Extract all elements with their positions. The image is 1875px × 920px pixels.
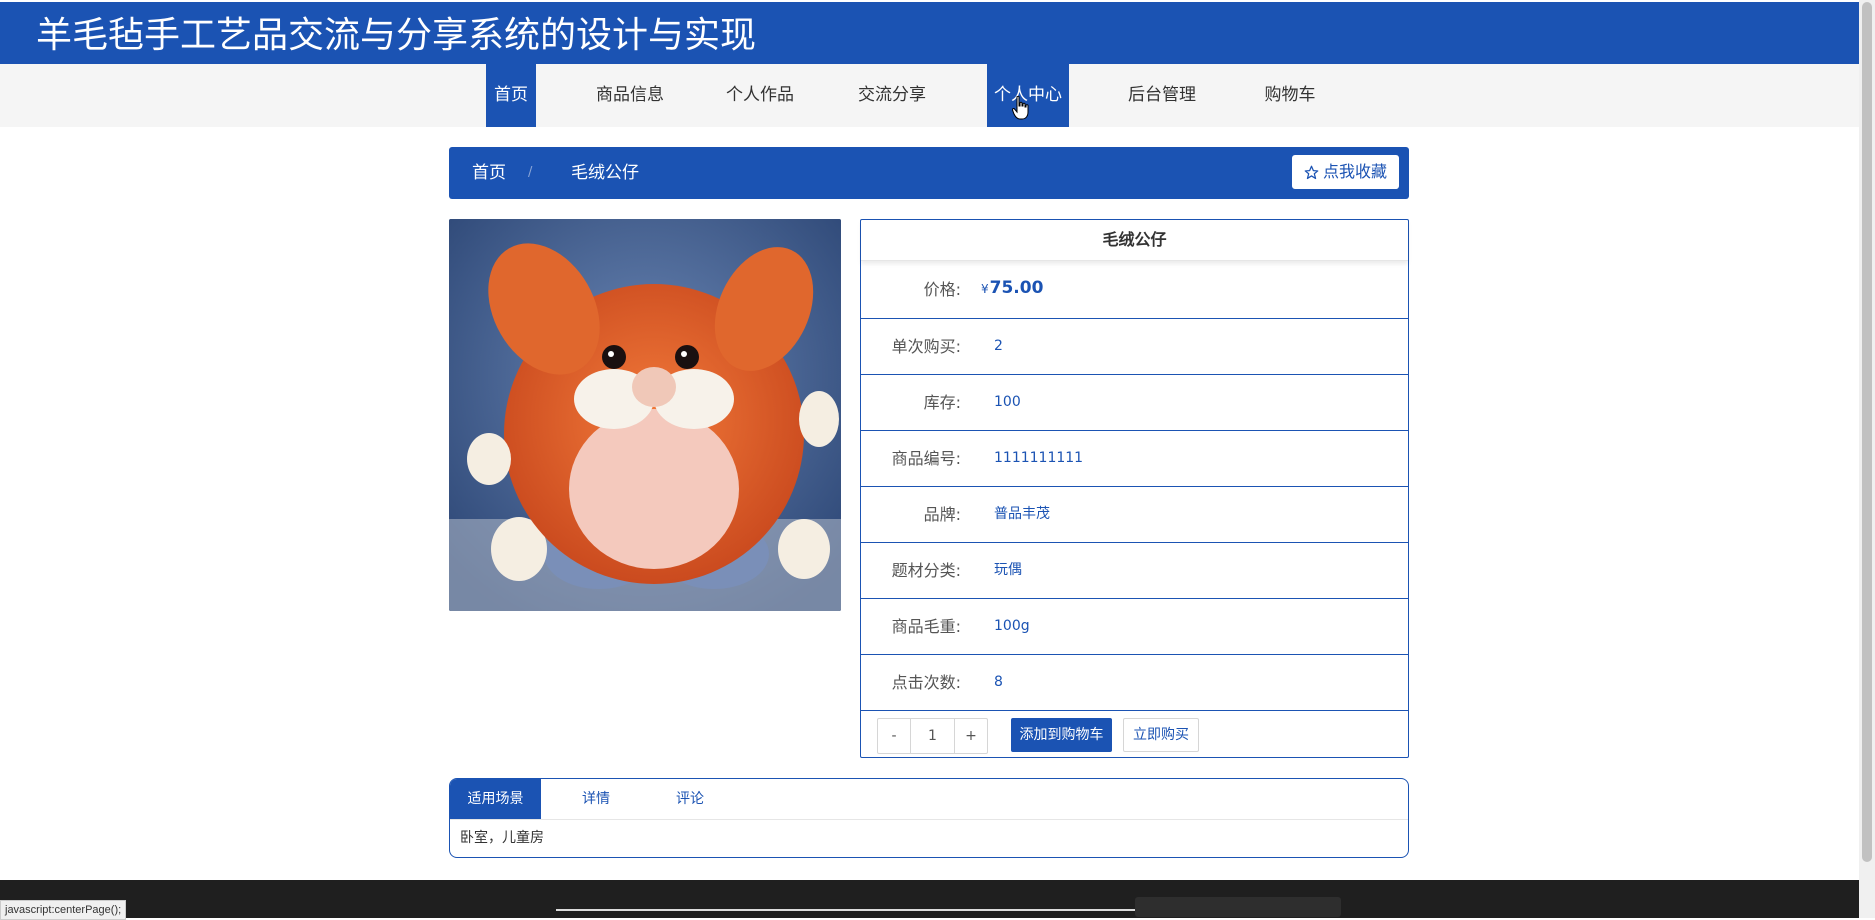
nav-item-works[interactable]: 个人作品 bbox=[720, 64, 800, 127]
code-value: 1111111111 bbox=[994, 450, 1084, 466]
price-label: 价格: bbox=[923, 280, 961, 299]
product-info-panel: 毛绒公仔 价格: ¥75.00 单次购买: 2 库存: 100 商品编号: 11… bbox=[860, 219, 1409, 758]
brand-row: 品牌: 普品丰茂 bbox=[861, 487, 1408, 543]
clicks-row: 点击次数: 8 bbox=[861, 655, 1408, 711]
favorite-button[interactable]: 点我收藏 bbox=[1291, 155, 1399, 189]
price-row: 价格: ¥75.00 bbox=[861, 261, 1408, 319]
tab-comments[interactable]: 评论 bbox=[665, 779, 715, 819]
quantity-decrease-button[interactable]: - bbox=[878, 719, 910, 753]
nav-item-cart[interactable]: 购物车 bbox=[1258, 64, 1322, 127]
felt-doll-image bbox=[449, 219, 841, 611]
breadcrumb: 首页 / 毛绒公仔 点我收藏 bbox=[449, 147, 1409, 199]
breadcrumb-separator: / bbox=[528, 165, 533, 180]
category-row: 题材分类: 玩偶 bbox=[861, 543, 1408, 599]
scrollbar-thumb[interactable] bbox=[1862, 2, 1872, 862]
tab-scenarios[interactable]: 适用场景 bbox=[450, 779, 541, 819]
vertical-scrollbar[interactable] bbox=[1859, 0, 1875, 918]
brand-value: 普品丰茂 bbox=[994, 506, 1050, 522]
category-label: 题材分类: bbox=[891, 561, 961, 580]
quantity-increase-button[interactable]: + bbox=[955, 719, 987, 753]
nav-item-admin[interactable]: 后台管理 bbox=[1122, 64, 1202, 127]
tab-details[interactable]: 详情 bbox=[571, 779, 621, 819]
stock-row: 库存: 100 bbox=[861, 375, 1408, 431]
brand-label: 品牌: bbox=[923, 505, 961, 524]
weight-label: 商品毛重: bbox=[891, 617, 961, 636]
nav-item-home[interactable]: 首页 bbox=[486, 64, 536, 127]
single-purchase-value: 2 bbox=[994, 338, 1003, 354]
price-value: ¥75.00 bbox=[981, 261, 1043, 316]
nav-item-share[interactable]: 交流分享 bbox=[852, 64, 932, 127]
breadcrumb-home[interactable]: 首页 bbox=[472, 147, 506, 199]
tab-bar: 适用场景 详情 评论 bbox=[450, 779, 1408, 820]
clicks-value: 8 bbox=[994, 674, 1003, 690]
purchase-actions: - 1 + 添加到购物车 立即购买 bbox=[861, 711, 1408, 758]
product-tabs: 适用场景 详情 评论 卧室，儿童房 bbox=[449, 778, 1409, 858]
tab-content: 卧室，儿童房 bbox=[460, 830, 544, 846]
clicks-label: 点击次数: bbox=[891, 673, 961, 692]
site-header: 羊毛毡手工艺品交流与分享系统的设计与实现 bbox=[0, 2, 1859, 64]
main-nav: 首页 商品信息 个人作品 交流分享 个人中心 后台管理 购物车 bbox=[0, 64, 1859, 127]
star-icon bbox=[1304, 165, 1319, 179]
nav-item-products[interactable]: 商品信息 bbox=[590, 64, 670, 127]
footer-toolbar bbox=[1135, 897, 1341, 917]
price-amount: 75.00 bbox=[989, 278, 1044, 298]
weight-value: 100g bbox=[994, 618, 1030, 634]
code-row: 商品编号: 1111111111 bbox=[861, 431, 1408, 487]
status-bar-url: javascript:centerPage(); bbox=[0, 900, 127, 920]
stock-value: 100 bbox=[994, 394, 1021, 410]
stock-label: 库存: bbox=[923, 393, 961, 412]
site-title: 羊毛毡手工艺品交流与分享系统的设计与实现 bbox=[36, 15, 757, 56]
product-name: 毛绒公仔 bbox=[861, 220, 1408, 261]
quantity-stepper: - 1 + bbox=[877, 718, 988, 754]
weight-row: 商品毛重: 100g bbox=[861, 599, 1408, 655]
favorite-label: 点我收藏 bbox=[1322, 162, 1387, 181]
breadcrumb-current: 毛绒公仔 bbox=[571, 163, 639, 183]
single-purchase-label: 单次购买: bbox=[891, 337, 961, 356]
product-image bbox=[449, 219, 841, 611]
price-symbol: ¥ bbox=[981, 282, 989, 296]
hand-cursor-icon bbox=[1012, 96, 1029, 120]
quantity-input[interactable]: 1 bbox=[910, 719, 955, 753]
single-purchase-row: 单次购买: 2 bbox=[861, 319, 1408, 375]
page-footer bbox=[0, 880, 1859, 918]
add-to-cart-button[interactable]: 添加到购物车 bbox=[1011, 718, 1112, 752]
category-value: 玩偶 bbox=[994, 562, 1022, 578]
code-label: 商品编号: bbox=[891, 449, 961, 468]
buy-now-button[interactable]: 立即购买 bbox=[1123, 718, 1199, 752]
